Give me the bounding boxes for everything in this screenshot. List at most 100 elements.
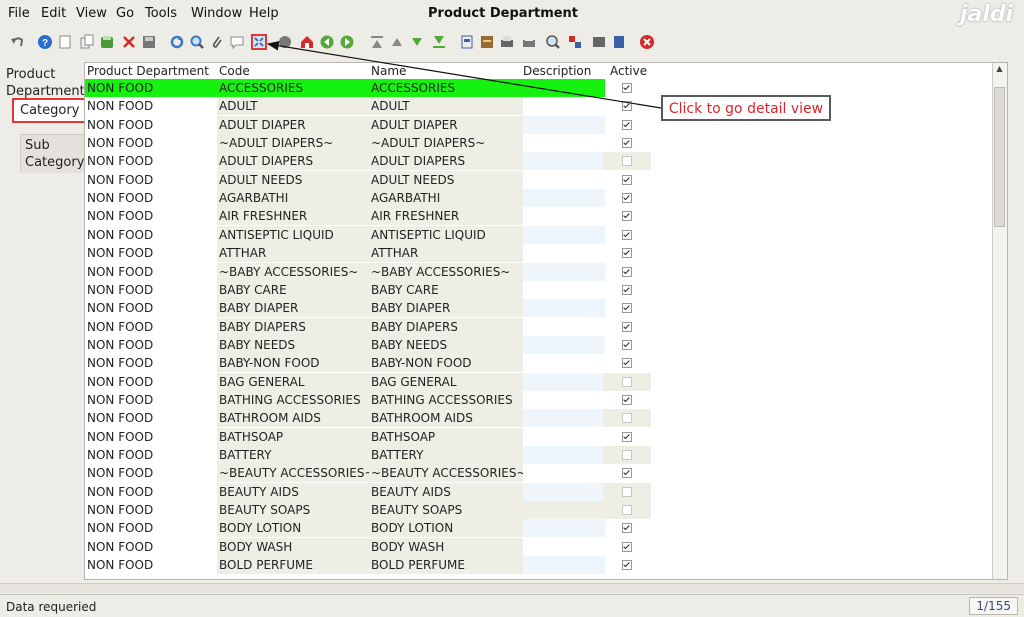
cell-name[interactable]: BODY LOTION: [369, 519, 523, 538]
active-checkbox[interactable]: [622, 156, 632, 167]
cell-name[interactable]: BEAUTY SOAPS: [369, 501, 523, 520]
header-name[interactable]: Name: [371, 64, 406, 78]
menu-window[interactable]: Window: [191, 6, 242, 21]
cell-code[interactable]: BOLD PERFUME: [217, 556, 369, 575]
active-checkbox[interactable]: [622, 376, 632, 387]
table-row[interactable]: NON FOOD AIR FRESHNER AIR FRESHNER: [85, 207, 651, 226]
cell-active[interactable]: [603, 464, 651, 482]
cell-desc[interactable]: [523, 482, 605, 501]
first-icon[interactable]: [368, 33, 386, 51]
find-icon[interactable]: [188, 33, 206, 51]
cell-active[interactable]: [603, 391, 651, 409]
scroll-up-icon[interactable]: ▲: [994, 64, 1005, 75]
menu-file[interactable]: File: [8, 6, 30, 21]
forward-icon[interactable]: [338, 33, 356, 51]
cell-name[interactable]: ACCESSORIES: [369, 79, 523, 97]
cell-dept[interactable]: NON FOOD: [85, 299, 217, 317]
cell-code[interactable]: AGARBATHI: [217, 189, 369, 208]
tab-category[interactable]: Category: [12, 98, 88, 123]
cell-dept[interactable]: NON FOOD: [85, 134, 217, 152]
last-icon[interactable]: [430, 33, 448, 51]
active-checkbox[interactable]: [622, 193, 632, 204]
table-row[interactable]: NON FOOD BEAUTY SOAPS BEAUTY SOAPS: [85, 501, 651, 520]
cell-code[interactable]: ~ADULT DIAPERS~: [217, 134, 369, 153]
cell-active[interactable]: [603, 446, 651, 464]
translate-icon[interactable]: [566, 33, 584, 51]
active-checkbox[interactable]: [622, 468, 632, 479]
table-row[interactable]: NON FOOD ADULT NEEDS ADULT NEEDS: [85, 170, 651, 189]
cell-name[interactable]: ADULT: [369, 97, 523, 116]
cell-desc[interactable]: [523, 538, 605, 556]
active-checkbox[interactable]: [622, 450, 632, 460]
cell-dept[interactable]: NON FOOD: [85, 244, 217, 262]
cell-dept[interactable]: NON FOOD: [85, 519, 217, 537]
cell-dept[interactable]: NON FOOD: [85, 428, 217, 446]
cell-desc[interactable]: [523, 519, 605, 538]
table-row[interactable]: NON FOOD BEAUTY AIDS BEAUTY AIDS: [85, 482, 651, 501]
header-active[interactable]: Active: [610, 64, 647, 78]
cell-name[interactable]: BATHING ACCESSORIES: [369, 390, 523, 409]
cell-code[interactable]: BATHING ACCESSORIES: [217, 390, 369, 409]
next-icon[interactable]: [408, 33, 426, 51]
chat-icon[interactable]: [228, 33, 246, 51]
cell-dept[interactable]: NON FOOD: [85, 226, 217, 244]
cell-name[interactable]: BABY DIAPER: [369, 299, 523, 318]
cell-code[interactable]: BEAUTY SOAPS: [217, 501, 369, 520]
table-row[interactable]: NON FOOD ~BABY ACCESSORIES~ ~BABY ACCESSOR…: [85, 262, 651, 281]
table-row[interactable]: NON FOOD ADULT DIAPERS ADULT DIAPERS: [85, 152, 651, 171]
table-row[interactable]: NON FOOD BAG GENERAL BAG GENERAL: [85, 372, 651, 391]
cell-code[interactable]: BAG GENERAL: [217, 372, 369, 391]
cell-active[interactable]: [603, 519, 651, 537]
cell-code[interactable]: BEAUTY AIDS: [217, 482, 369, 501]
cell-active[interactable]: [603, 354, 651, 372]
cell-desc[interactable]: [523, 189, 605, 208]
cell-code[interactable]: ADULT: [217, 97, 369, 116]
cell-code[interactable]: BABY DIAPERS: [217, 317, 369, 336]
cell-name[interactable]: BATTERY: [369, 446, 523, 464]
cell-dept[interactable]: NON FOOD: [85, 501, 217, 519]
cell-active[interactable]: [603, 299, 651, 317]
horizontal-scrollbar[interactable]: [0, 583, 1024, 593]
menu-tools[interactable]: Tools: [145, 6, 177, 21]
home-icon[interactable]: [298, 33, 316, 51]
print-preview-icon[interactable]: [520, 33, 538, 51]
cell-active[interactable]: [603, 171, 651, 189]
cell-code[interactable]: ANTISEPTIC LIQUID: [217, 225, 369, 244]
cell-code[interactable]: ADULT NEEDS: [217, 170, 369, 189]
active-checkbox[interactable]: [622, 174, 632, 185]
cell-code[interactable]: ~BABY ACCESSORIES~: [217, 262, 369, 281]
cell-code[interactable]: ADULT DIAPER: [217, 115, 369, 134]
detail-view-icon[interactable]: [250, 33, 268, 51]
table-row[interactable]: NON FOOD ANTISEPTIC LIQUID ANTISEPTIC LIQU…: [85, 225, 651, 244]
active-checkbox[interactable]: [622, 119, 632, 130]
active-checkbox[interactable]: [622, 394, 632, 405]
undo-icon[interactable]: [8, 33, 26, 51]
new-icon[interactable]: [56, 33, 74, 51]
cell-name[interactable]: ~ADULT DIAPERS~: [369, 134, 523, 153]
cell-active[interactable]: [603, 263, 651, 281]
tab-sub-category[interactable]: Sub Category: [20, 134, 91, 173]
cell-name[interactable]: ADULT DIAPER: [369, 115, 523, 134]
cell-code[interactable]: BABY NEEDS: [217, 335, 369, 354]
cell-name[interactable]: ~BEAUTY ACCESSORIES~: [369, 464, 523, 483]
active-checkbox[interactable]: [622, 266, 632, 277]
table-row[interactable]: NON FOOD ATTHAR ATTHAR: [85, 244, 651, 263]
cell-code[interactable]: BATTERY: [217, 446, 369, 464]
cell-code[interactable]: BATHROOM AIDS: [217, 409, 369, 428]
cell-desc[interactable]: [523, 409, 605, 428]
cell-name[interactable]: ~BABY ACCESSORIES~: [369, 262, 523, 281]
active-checkbox[interactable]: [622, 505, 632, 516]
cell-desc[interactable]: [523, 391, 605, 409]
cell-dept[interactable]: NON FOOD: [85, 79, 217, 97]
tab-product-department[interactable]: Product Department: [6, 66, 85, 100]
table-row[interactable]: NON FOOD AGARBATHI AGARBATHI: [85, 189, 651, 208]
cell-active[interactable]: [603, 207, 651, 225]
cell-active[interactable]: [603, 281, 651, 299]
print-icon[interactable]: [498, 33, 516, 51]
cell-name[interactable]: BABY DIAPERS: [369, 317, 523, 336]
delete-icon[interactable]: [120, 33, 138, 51]
cell-dept[interactable]: NON FOOD: [85, 318, 217, 336]
table-row[interactable]: NON FOOD BABY CARE BABY CARE: [85, 280, 651, 299]
active-checkbox[interactable]: [622, 413, 632, 424]
cell-dept[interactable]: NON FOOD: [85, 538, 217, 556]
